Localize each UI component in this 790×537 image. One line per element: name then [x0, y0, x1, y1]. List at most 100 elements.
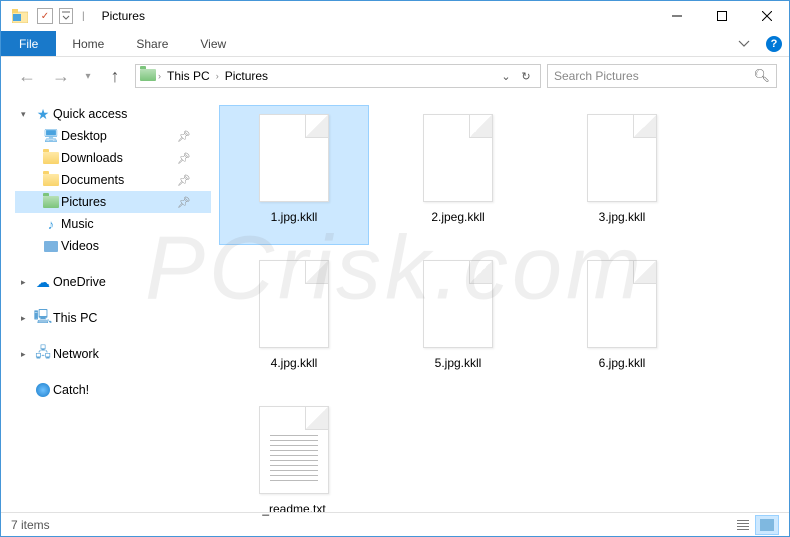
file-name: 2.jpeg.kkll — [431, 210, 484, 224]
file-name: 3.jpg.kkll — [599, 210, 646, 224]
chevron-down-icon[interactable]: ▾ — [21, 109, 33, 120]
sidebar-item-music[interactable]: ♪Music — [15, 213, 211, 235]
chevron-right-icon[interactable]: › — [156, 71, 163, 81]
file-icon — [423, 260, 493, 348]
sidebar-item-documents[interactable]: Documents📌︎ — [15, 169, 211, 191]
properties-qat-icon[interactable]: ✓ — [37, 8, 53, 24]
address-dropdown-icon[interactable]: ⌄ — [496, 70, 516, 83]
cloud-icon: ☁ — [33, 274, 53, 291]
file-icon — [423, 114, 493, 202]
crumb-pictures[interactable]: Pictures — [221, 69, 272, 83]
file-name: 4.jpg.kkll — [271, 356, 318, 370]
address-row: ← → ▾ ↑ › This PC › Pictures ⌄ ↻ Search … — [1, 57, 789, 95]
sidebar-onedrive[interactable]: ▸ ☁ OneDrive — [15, 271, 211, 293]
pictures-icon — [41, 196, 61, 208]
chevron-right-icon[interactable]: › — [214, 71, 221, 81]
sidebar-item-label: Documents — [61, 173, 177, 187]
file-icon — [259, 260, 329, 348]
search-box[interactable]: Search Pictures 🔍︎ — [547, 64, 777, 88]
pc-icon: 🖳 — [33, 306, 53, 330]
sidebar: ▾ ★ Quick access 🖥Desktop📌︎Downloads📌︎Do… — [1, 95, 211, 512]
tab-home[interactable]: Home — [56, 31, 120, 56]
file-item[interactable]: 5.jpg.kkll — [383, 251, 533, 391]
sidebar-item-desktop[interactable]: 🖥Desktop📌︎ — [15, 125, 211, 147]
sidebar-item-pictures[interactable]: Pictures📌︎ — [15, 191, 211, 213]
video-icon — [41, 241, 61, 252]
close-button[interactable] — [744, 1, 789, 31]
file-item[interactable]: 2.jpeg.kkll — [383, 105, 533, 245]
sidebar-this-pc[interactable]: ▸ 🖳 This PC — [15, 307, 211, 329]
qat-dropdown-icon[interactable] — [59, 8, 73, 24]
folder-icon — [41, 174, 61, 186]
sidebar-item-label: Downloads — [61, 151, 177, 165]
window-title: Pictures — [102, 9, 145, 23]
sidebar-label: Network — [53, 347, 211, 361]
sidebar-label: This PC — [53, 311, 211, 325]
ribbon: File Home Share View ? — [1, 31, 789, 57]
refresh-icon[interactable]: ↻ — [516, 70, 536, 83]
sidebar-item-label: Pictures — [61, 195, 177, 209]
item-count: 7 items — [11, 518, 50, 532]
thumbnails-view-button[interactable] — [755, 515, 779, 535]
quick-access-toolbar: ✓ | Pictures — [9, 5, 145, 27]
help-icon: ? — [766, 36, 782, 52]
maximize-button[interactable] — [699, 1, 744, 31]
sidebar-item-label: Music — [61, 217, 211, 231]
up-button[interactable]: ↑ — [101, 62, 129, 90]
file-item[interactable]: 4.jpg.kkll — [219, 251, 369, 391]
tab-share[interactable]: Share — [120, 31, 184, 56]
pictures-addr-icon — [140, 69, 156, 84]
tab-view[interactable]: View — [184, 31, 242, 56]
minimize-button[interactable] — [654, 1, 699, 31]
sidebar-item-downloads[interactable]: Downloads📌︎ — [15, 147, 211, 169]
sidebar-network[interactable]: ▸ 🖧 Network — [15, 343, 211, 365]
search-icon[interactable]: 🔍︎ — [753, 68, 770, 84]
file-icon — [259, 114, 329, 202]
sidebar-catch[interactable]: Catch! — [15, 379, 211, 401]
sidebar-item-label: Desktop — [61, 129, 177, 143]
quick-access-group: ▾ ★ Quick access 🖥Desktop📌︎Downloads📌︎Do… — [15, 103, 211, 257]
file-icon — [587, 260, 657, 348]
sidebar-label: OneDrive — [53, 275, 211, 289]
search-placeholder: Search Pictures — [554, 69, 753, 83]
main: ▾ ★ Quick access 🖥Desktop📌︎Downloads📌︎Do… — [1, 95, 789, 512]
file-name: 6.jpg.kkll — [599, 356, 646, 370]
sidebar-item-videos[interactable]: Videos — [15, 235, 211, 257]
folder-icon — [41, 152, 61, 164]
sidebar-label: Catch! — [53, 383, 211, 397]
chevron-right-icon[interactable]: ▸ — [21, 277, 33, 288]
file-item[interactable]: 1.jpg.kkll — [219, 105, 369, 245]
address-bar[interactable]: › This PC › Pictures ⌄ ↻ — [135, 64, 541, 88]
recent-dropdown[interactable]: ▾ — [81, 62, 95, 90]
pin-icon: 📌︎ — [177, 130, 191, 143]
window-controls — [654, 1, 789, 31]
music-icon: ♪ — [41, 217, 61, 232]
statusbar: 7 items — [1, 512, 789, 536]
crumb-this-pc[interactable]: This PC — [163, 69, 214, 83]
chevron-right-icon[interactable]: ▸ — [21, 313, 33, 324]
file-grid[interactable]: 1.jpg.kkll 2.jpeg.kkll 3.jpg.kkll 4.jpg.kkl… — [211, 95, 789, 512]
titlebar: ✓ | Pictures — [1, 1, 789, 31]
desktop-icon: 🖥 — [41, 128, 61, 144]
file-icon — [587, 114, 657, 202]
sidebar-item-label: Videos — [61, 239, 211, 253]
sidebar-quick-access[interactable]: ▾ ★ Quick access — [15, 103, 211, 125]
pin-icon: 📌︎ — [177, 152, 191, 165]
file-item[interactable]: 6.jpg.kkll — [547, 251, 697, 391]
help-button[interactable]: ? — [759, 31, 789, 56]
details-view-icon — [737, 520, 749, 530]
file-item[interactable]: 3.jpg.kkll — [547, 105, 697, 245]
file-name: 5.jpg.kkll — [435, 356, 482, 370]
explorer-icon — [9, 5, 31, 27]
expand-ribbon-button[interactable] — [729, 31, 759, 56]
forward-button[interactable]: → — [47, 62, 75, 90]
back-button[interactable]: ← — [13, 62, 41, 90]
network-icon: 🖧 — [33, 342, 53, 366]
details-view-button[interactable] — [731, 515, 755, 535]
star-icon: ★ — [33, 106, 53, 123]
file-name: 1.jpg.kkll — [271, 210, 318, 224]
chevron-right-icon[interactable]: ▸ — [21, 349, 33, 360]
file-tab[interactable]: File — [1, 31, 56, 56]
catch-icon — [33, 383, 53, 397]
pin-icon: 📌︎ — [177, 196, 191, 209]
